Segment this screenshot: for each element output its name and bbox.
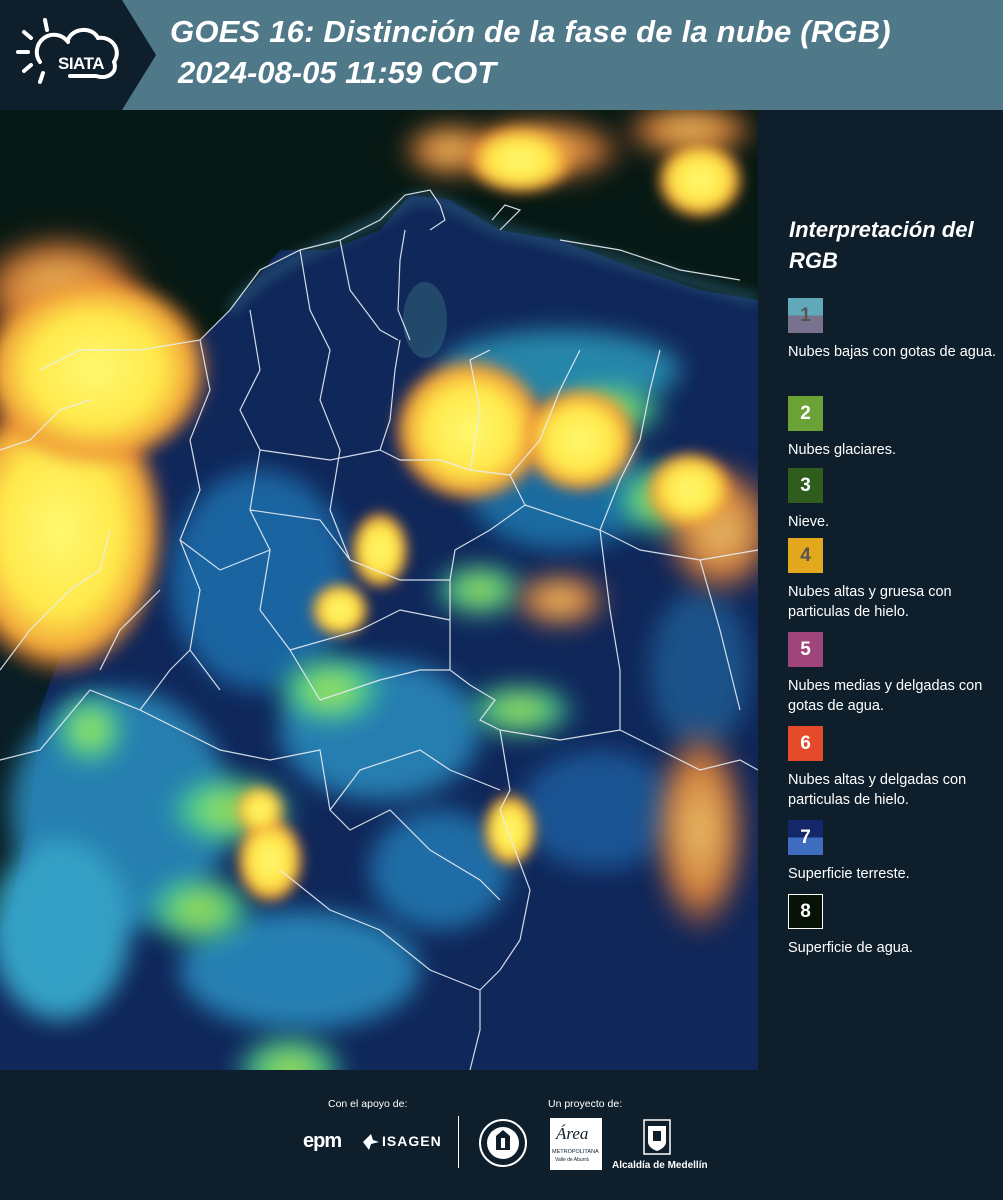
page-timestamp: 2024-08-05 11:59 COT (178, 55, 497, 90)
page-title: GOES 16: Distinción de la fase de la nub… (170, 14, 891, 49)
legend-swatch-6: 6 (788, 726, 823, 761)
legend-item-5: 5 Nubes medias y delgadas con gotas de a… (788, 632, 998, 716)
legend-num-2: 2 (800, 402, 811, 424)
legend-item-6: 6 Nubes altas y delgadas con particulas … (788, 726, 998, 810)
area-logo-sub: METROPOLITANA (552, 1149, 599, 1155)
legend-swatch-2: 2 (788, 396, 823, 431)
satellite-map[interactable] (0, 110, 758, 1070)
legend-num-6: 6 (800, 732, 811, 754)
legend-num-3: 3 (800, 474, 811, 496)
support-label: Con el apoyo de: (328, 1098, 408, 1110)
legend-swatch-4: 4 (788, 538, 823, 573)
legend-label-3: Nieve. (788, 514, 830, 530)
legend-swatch-7: 7 (788, 820, 823, 855)
satellite-image (0, 110, 758, 1070)
header: SIATA GOES 16: Distinción de la fase de … (0, 0, 1003, 110)
isagen-mark-icon (363, 1134, 379, 1150)
isagen-text: ISAGEN (382, 1133, 442, 1149)
isagen-logo[interactable]: ISAGEN (361, 1132, 441, 1156)
area-metropolitana-logo[interactable]: Área METROPOLITANA Valle de Aburrá (550, 1118, 602, 1170)
epm-logo[interactable]: epm (303, 1130, 342, 1153)
legend-title: Interpretación del RGB (789, 217, 974, 273)
legend-label-7: Superficie terreste. (788, 866, 910, 882)
siata-logo[interactable]: SIATA (10, 10, 122, 100)
legend-label-1: Nubes bajas con gotas de agua. (788, 344, 996, 360)
legend-num-5: 5 (800, 638, 811, 660)
alcaldia-text: Alcaldía de Medellín (612, 1160, 708, 1171)
legend-swatch-8: 8 (788, 894, 823, 929)
legend-label-2: Nubes glaciares. (788, 442, 896, 458)
footer-divider (458, 1116, 459, 1168)
legend-item-8: 8 Superficie de agua. (788, 894, 998, 958)
footer: Con el apoyo de: Un proyecto de: epm ISA… (0, 1070, 1003, 1200)
medellin-seal-logo[interactable] (478, 1118, 528, 1172)
legend-swatch-1: 1 (788, 298, 823, 333)
area-logo-sub2: Valle de Aburrá (555, 1157, 589, 1163)
legend-panel: Interpretación del RGB 1 Nubes bajas con… (758, 110, 1003, 1070)
header-arrow (122, 0, 156, 110)
legend-item-1: 1 Nubes bajas con gotas de agua. (788, 298, 998, 362)
legend-item-4: 4 Nubes altas y gruesa con particulas de… (788, 538, 998, 622)
legend-swatch-5: 5 (788, 632, 823, 667)
legend-num-8: 8 (800, 900, 811, 922)
legend-item-3: 3 Nieve. (788, 468, 998, 532)
legend-num-1: 1 (800, 304, 811, 326)
area-logo-text: Área (556, 1124, 589, 1143)
legend-label-8: Superficie de agua. (788, 940, 913, 956)
legend-swatch-3: 3 (788, 468, 823, 503)
logo-text: SIATA (58, 54, 104, 73)
legend-num-4: 4 (800, 544, 811, 566)
legend-num-7: 7 (800, 826, 811, 848)
legend-label-4: Nubes altas y gruesa con particulas de h… (788, 584, 952, 620)
project-label: Un proyecto de: (548, 1098, 623, 1110)
seal-icon (479, 1119, 527, 1167)
legend-item-7: 7 Superficie terreste. (788, 820, 998, 884)
coat-of-arms-icon (643, 1119, 671, 1155)
legend-item-2: 2 Nubes glaciares. (788, 396, 998, 460)
alcaldia-logo[interactable] (642, 1118, 672, 1160)
legend-label-6: Nubes altas y delgadas con particulas de… (788, 772, 967, 808)
legend-label-5: Nubes medias y delgadas con gotas de agu… (788, 678, 983, 714)
